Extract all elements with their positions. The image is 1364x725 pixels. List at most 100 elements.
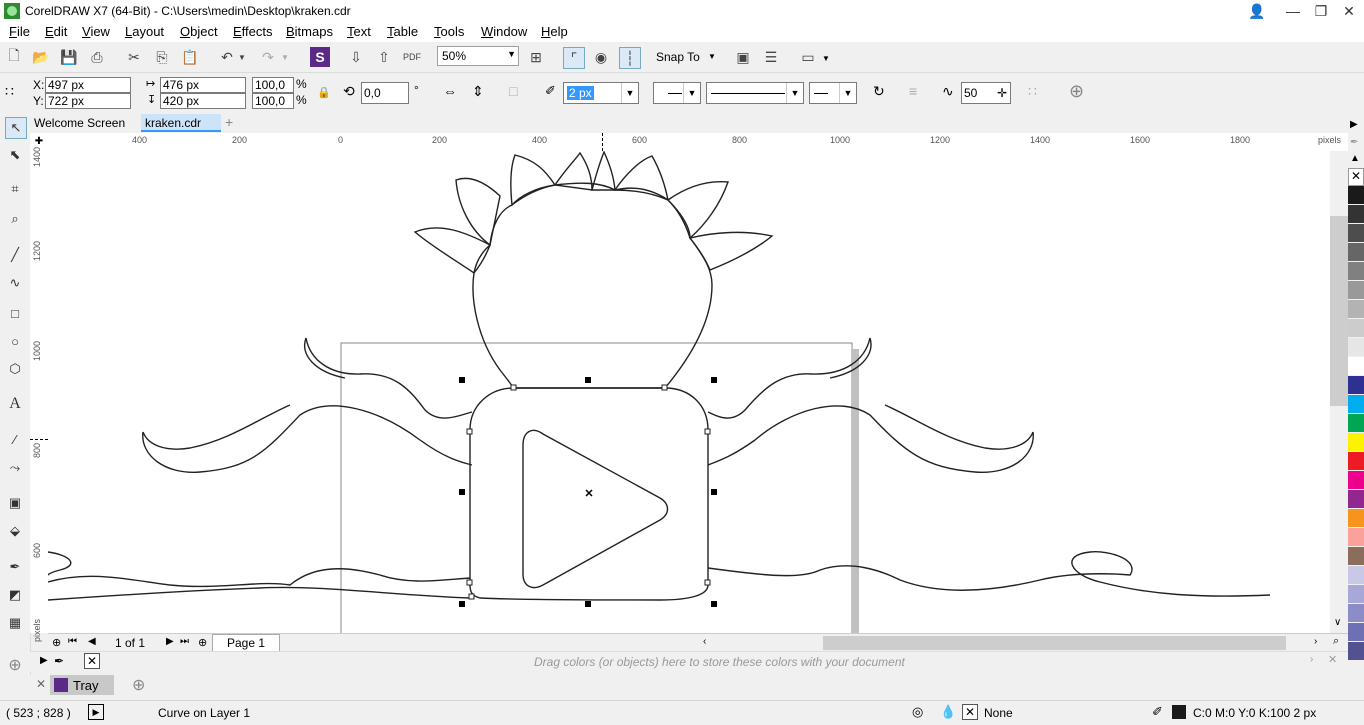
- line-style-select[interactable]: ▼: [706, 82, 804, 104]
- menu-effects[interactable]: Effects: [233, 24, 273, 39]
- add-icon[interactable]: ⊕: [1069, 81, 1084, 102]
- add-page-after-icon[interactable]: ⊕: [198, 636, 207, 649]
- start-arrowhead-select[interactable]: ▼: [653, 82, 701, 104]
- close-icon[interactable]: ✕: [36, 677, 46, 691]
- palette-swatch[interactable]: [1348, 566, 1364, 584]
- menu-text[interactable]: Text: [347, 24, 371, 39]
- menu-tools[interactable]: Tools: [434, 24, 464, 39]
- palette-scroll-up-icon[interactable]: ▲: [1350, 153, 1360, 164]
- ellipse-tool-icon[interactable]: ○: [5, 331, 25, 351]
- palette-swatch[interactable]: [1348, 509, 1364, 527]
- undo-dropdown-icon[interactable]: ▼: [236, 47, 248, 67]
- redo-dropdown-icon[interactable]: ▼: [279, 47, 291, 67]
- object-origin-icon[interactable]: ∷: [5, 83, 23, 101]
- undo-icon[interactable]: ↶: [217, 47, 237, 67]
- zoom-tool-icon[interactable]: ⌕: [5, 209, 25, 229]
- text-tool-icon[interactable]: A: [5, 394, 25, 414]
- add-tool-icon[interactable]: ⊕: [5, 655, 25, 675]
- full-screen-preview-icon[interactable]: ⊞: [526, 47, 546, 67]
- palette-swatch[interactable]: [1348, 490, 1364, 508]
- open-folder-icon[interactable]: 📂: [31, 47, 51, 67]
- palette-swatch[interactable]: [1348, 319, 1364, 337]
- palette-swatch[interactable]: [1348, 471, 1364, 489]
- vertical-ruler[interactable]: 1400 1200 1000 800 600 pixels: [30, 147, 49, 642]
- import-icon[interactable]: ⇩: [346, 47, 366, 67]
- snap-to-dropdown[interactable]: Snap To: [656, 50, 700, 64]
- horizontal-scrollbar-thumb[interactable]: [823, 636, 1286, 650]
- palette-swatch[interactable]: [1348, 642, 1364, 660]
- rectangle-tool-icon[interactable]: □: [5, 303, 25, 323]
- show-guidelines-icon[interactable]: ┆: [619, 47, 641, 69]
- add-tray-icon[interactable]: ⊕: [132, 675, 145, 695]
- drop-shadow-tool-icon[interactable]: ▣: [5, 493, 25, 513]
- drawing-canvas[interactable]: [48, 151, 1330, 633]
- add-page-before-icon[interactable]: ⊕: [52, 636, 61, 649]
- mirror-vertical-icon[interactable]: ⇕: [472, 83, 484, 100]
- x-position-field[interactable]: 497 px: [45, 77, 131, 93]
- palette-swatch[interactable]: [1348, 224, 1364, 242]
- transparency-tool-icon[interactable]: ⬙: [5, 521, 25, 541]
- palette-eyedropper-icon[interactable]: ✒: [1350, 137, 1358, 148]
- status-menu-icon[interactable]: ▶: [88, 704, 104, 720]
- new-tab-icon[interactable]: +: [223, 114, 239, 132]
- eyedropper-tool-icon[interactable]: ✒: [5, 557, 25, 577]
- save-icon[interactable]: 💾: [59, 47, 79, 67]
- document-palette-menu-icon[interactable]: ▶: [40, 655, 48, 666]
- parallel-dimension-tool-icon[interactable]: ∕: [5, 429, 25, 449]
- menu-layout[interactable]: Layout: [125, 24, 164, 39]
- palette-scroll-right-icon[interactable]: ▶: [1350, 119, 1358, 130]
- menu-table[interactable]: Table: [387, 24, 418, 39]
- palette-swatch[interactable]: [1348, 357, 1364, 375]
- export-icon[interactable]: ⇧: [374, 47, 394, 67]
- scroll-left-icon[interactable]: ‹: [703, 636, 706, 647]
- cut-icon[interactable]: ✂: [124, 47, 144, 67]
- palette-swatch[interactable]: [1348, 623, 1364, 641]
- menu-help[interactable]: Help: [541, 24, 568, 39]
- y-position-field[interactable]: 722 px: [45, 93, 131, 109]
- tab-welcome-screen[interactable]: Welcome Screen: [30, 114, 140, 132]
- redo-icon[interactable]: ↷: [258, 47, 278, 67]
- print-icon[interactable]: ⎙: [87, 47, 107, 67]
- menu-edit[interactable]: Edit: [45, 24, 67, 39]
- reverse-direction-icon[interactable]: ↻: [873, 83, 885, 100]
- tray-tab[interactable]: Tray: [50, 675, 114, 695]
- close-icon[interactable]: ✕: [1328, 653, 1337, 666]
- palette-swatch[interactable]: [1348, 414, 1364, 432]
- scale-height-field[interactable]: 100,0: [252, 93, 294, 109]
- palette-swatch[interactable]: [1348, 452, 1364, 470]
- show-grid-icon[interactable]: ◉: [591, 47, 611, 67]
- user-icon[interactable]: 👤: [1240, 0, 1274, 22]
- palette-swatch[interactable]: [1348, 604, 1364, 622]
- polygon-tool-icon[interactable]: ⬡: [5, 359, 25, 379]
- window-arrangement-icon[interactable]: ▭: [798, 47, 818, 67]
- palette-swatch[interactable]: [1348, 300, 1364, 318]
- color-proofing-icon[interactable]: ◎: [912, 704, 923, 720]
- zoom-navigator-icon[interactable]: ⌕: [1333, 635, 1339, 648]
- no-color-swatch[interactable]: ✕: [84, 653, 100, 669]
- palette-swatch[interactable]: [1348, 433, 1364, 451]
- smart-fill-tool-icon[interactable]: ▦: [5, 613, 25, 633]
- palette-swatch[interactable]: [1348, 585, 1364, 603]
- crop-tool-icon[interactable]: ⌗: [5, 179, 25, 199]
- connector-tool-icon[interactable]: ⤳: [5, 458, 25, 478]
- paste-icon[interactable]: 📋: [180, 47, 200, 67]
- vertical-scrollbar-thumb[interactable]: [1330, 216, 1348, 406]
- last-page-icon[interactable]: ⏭: [180, 636, 189, 647]
- copy-icon[interactable]: ⎘: [152, 47, 172, 67]
- extract-subpath-icon[interactable]: ∷: [1028, 83, 1037, 100]
- palette-swatch[interactable]: [1348, 547, 1364, 565]
- previous-page-icon[interactable]: ◀: [88, 636, 96, 647]
- palette-swatch[interactable]: [1348, 205, 1364, 223]
- close-button[interactable]: ✕: [1332, 0, 1364, 22]
- palette-swatch[interactable]: [1348, 528, 1364, 546]
- show-rulers-icon[interactable]: ⌜: [563, 47, 585, 69]
- curve-smoothing-field[interactable]: 50 ✛: [961, 82, 1011, 104]
- zoom-level-select[interactable]: 50% ▼: [437, 46, 519, 66]
- first-page-icon[interactable]: ⏮: [68, 636, 77, 647]
- outline-width-select[interactable]: 2 px ▼: [563, 82, 639, 104]
- palette-swatch[interactable]: [1348, 186, 1364, 204]
- next-page-icon[interactable]: ▶: [166, 636, 174, 647]
- menu-window[interactable]: Window: [481, 24, 527, 39]
- pick-tool-icon[interactable]: ↖: [5, 117, 27, 139]
- close-curve-icon[interactable]: □: [509, 83, 517, 99]
